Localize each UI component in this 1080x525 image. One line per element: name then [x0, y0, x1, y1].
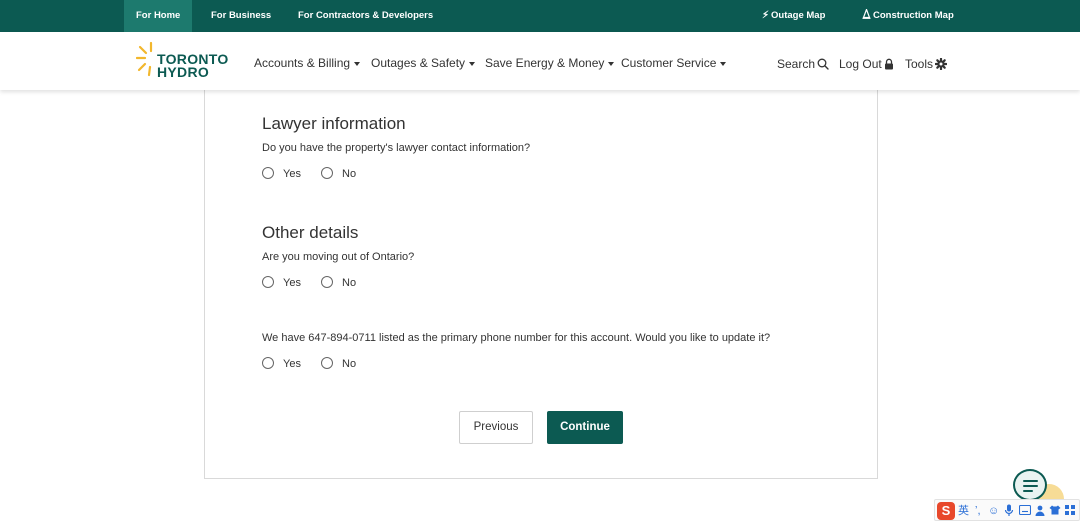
radio-circle[interactable] [262, 357, 274, 369]
nav-outages-safety[interactable]: Outages & Safety [371, 56, 476, 70]
caret-down-icon [354, 61, 361, 66]
continue-button[interactable]: Continue [547, 411, 623, 444]
caret-down-icon [608, 61, 615, 66]
sogou-logo-icon[interactable]: S [937, 502, 955, 520]
radio-label-yes: Yes [283, 358, 301, 370]
construction-map-label: Construction Map [873, 10, 954, 21]
chat-icon-line [1023, 480, 1038, 482]
chat-icon-line [1023, 490, 1033, 492]
top-bar: For Home For Business For Contractors & … [0, 0, 1080, 32]
radio-label-no: No [342, 277, 357, 289]
moving-yes-radio[interactable]: Yes [262, 276, 301, 289]
chat-widget-button[interactable] [1013, 469, 1047, 501]
nav-outages-safety-label: Outages & Safety [371, 56, 466, 70]
outage-map-link[interactable]: ⚡︎ Outage Map [762, 0, 825, 32]
construction-map-link[interactable]: Construction Map [862, 0, 954, 32]
shirt-icon[interactable] [1049, 505, 1061, 515]
construction-cone-icon [862, 7, 871, 19]
gear-icon [934, 57, 948, 71]
tools-label: Tools [905, 57, 934, 71]
phone-question: We have 647-894-0711 listed as the prima… [262, 332, 771, 344]
grid-menu-icon[interactable] [1065, 505, 1075, 515]
tab-for-home[interactable]: For Home [124, 0, 193, 32]
chat-icon-line [1023, 485, 1038, 487]
lawyer-information-heading: Lawyer information [262, 114, 406, 133]
main-header: TORONTO HYDRO Accounts & Billing Outages… [0, 32, 1080, 90]
nav-save-energy-label: Save Energy & Money [485, 56, 605, 70]
outage-map-label: Outage Map [771, 10, 826, 21]
search-label: Search [777, 57, 816, 71]
moving-question: Are you moving out of Ontario? [262, 251, 415, 263]
tab-for-contractors[interactable]: For Contractors & Developers [298, 0, 433, 32]
radio-circle[interactable] [321, 276, 333, 288]
radio-label-no: No [342, 358, 357, 370]
form-card [204, 80, 878, 479]
logout-label: Log Out [839, 57, 882, 71]
other-details-heading: Other details [262, 223, 359, 242]
emoji-icon[interactable]: ☺ [988, 503, 999, 519]
nav-customer-service[interactable]: Customer Service [621, 56, 727, 70]
lightning-icon: ⚡︎ [762, 10, 770, 21]
search-icon [817, 58, 829, 70]
caret-down-icon [469, 61, 476, 66]
lawyer-question: Do you have the property's lawyer contac… [262, 142, 531, 154]
nav-accounts-billing-label: Accounts & Billing [254, 56, 351, 70]
phone-yes-radio[interactable]: Yes [262, 357, 301, 370]
ime-toolbar: S 英 ʼ, ☺ [934, 499, 1080, 521]
radio-label-no: No [342, 168, 357, 180]
previous-button[interactable]: Previous [459, 411, 533, 444]
person-icon[interactable] [1035, 505, 1045, 516]
logout-button[interactable]: Log Out [839, 57, 894, 71]
tab-for-business[interactable]: For Business [211, 0, 271, 32]
lawyer-no-radio[interactable]: No [321, 167, 356, 180]
nav-customer-service-label: Customer Service [621, 56, 717, 70]
phone-no-radio[interactable]: No [321, 357, 356, 370]
search-button[interactable]: Search [777, 57, 829, 71]
lawyer-yes-radio[interactable]: Yes [262, 167, 301, 180]
radio-label-yes: Yes [283, 277, 301, 289]
moving-no-radio[interactable]: No [321, 276, 356, 289]
microphone-icon[interactable] [1004, 504, 1014, 517]
keyboard-icon[interactable] [1019, 505, 1031, 515]
toronto-hydro-logo[interactable]: TORONTO HYDRO [136, 41, 236, 81]
logo-text-hydro: HYDRO [157, 64, 210, 80]
ime-language-toggle[interactable]: 英 [958, 503, 969, 519]
lock-icon [884, 58, 893, 70]
radio-circle[interactable] [321, 167, 333, 179]
nav-accounts-billing[interactable]: Accounts & Billing [254, 56, 361, 70]
radio-circle[interactable] [262, 167, 274, 179]
caret-down-icon [720, 61, 727, 66]
nav-save-energy[interactable]: Save Energy & Money [485, 56, 615, 70]
radio-circle[interactable] [321, 357, 333, 369]
radio-circle[interactable] [262, 276, 274, 288]
radio-label-yes: Yes [283, 168, 301, 180]
tools-button[interactable]: Tools [905, 57, 948, 71]
punctuation-icon[interactable]: ʼ, [975, 503, 981, 519]
